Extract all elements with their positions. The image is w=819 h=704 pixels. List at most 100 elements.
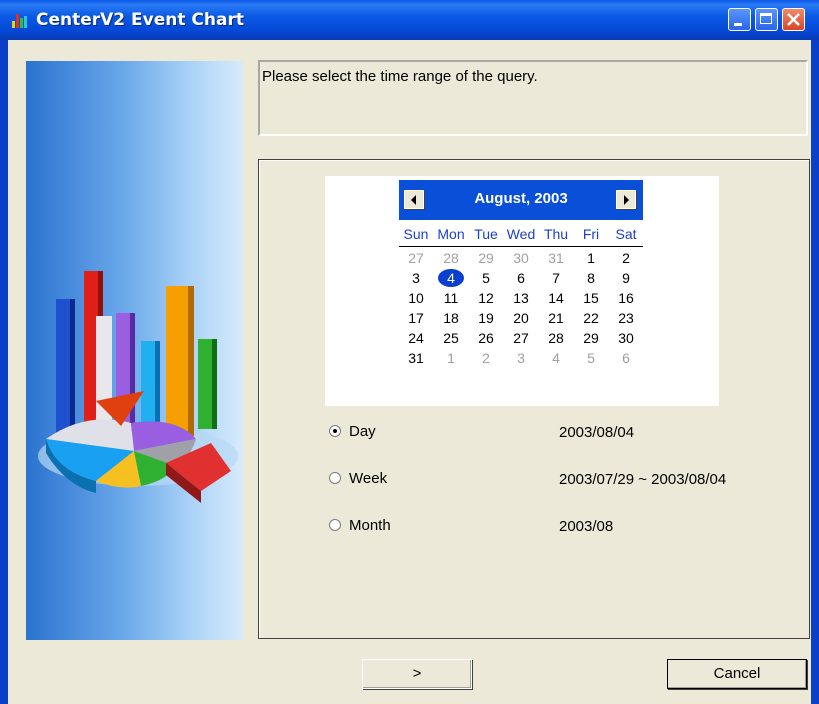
next-button[interactable]: > (362, 659, 472, 689)
calendar-day-number: 29 (478, 250, 494, 266)
instruction-text: Please select the time range of the quer… (262, 68, 538, 85)
calendar-day[interactable]: 3 (504, 348, 538, 368)
calendar-day-number: 31 (548, 250, 564, 266)
chart-illustration (26, 61, 243, 640)
calendar-day-number: 17 (408, 310, 424, 326)
calendar-day[interactable]: 4 (539, 348, 573, 368)
calendar-day-number: 14 (548, 290, 564, 306)
calendar-day-number: 9 (622, 270, 630, 286)
calendar-day-number: 29 (583, 330, 599, 346)
title-bar[interactable]: CenterV2 Event Chart (0, 0, 819, 40)
calendar-day-number: 30 (618, 330, 634, 346)
calendar-day[interactable]: 25 (434, 328, 468, 348)
calendar-day[interactable]: 8 (574, 268, 608, 288)
calendar-day[interactable]: 22 (574, 308, 608, 328)
calendar-day[interactable]: 30 (609, 328, 643, 348)
weekday-label: Mon (437, 226, 465, 242)
calendar-day[interactable]: 29 (574, 328, 608, 348)
calendar-day[interactable]: 19 (469, 308, 503, 328)
calendar-day[interactable]: 27 (504, 328, 538, 348)
calendar-day[interactable]: 4 (434, 268, 468, 288)
calendar-header: August, 2003 (399, 180, 643, 220)
calendar-day[interactable]: 14 (539, 288, 573, 308)
calendar-day[interactable]: 28 (539, 328, 573, 348)
calendar-day-number: 3 (517, 350, 525, 366)
calendar-day[interactable]: 3 (399, 268, 433, 288)
calendar-day[interactable]: 31 (399, 348, 433, 368)
calendar-day-number: 21 (548, 310, 564, 326)
weekday-label: Wed (506, 226, 536, 242)
triangle-right-icon (624, 195, 629, 205)
month-label: Month (349, 517, 391, 534)
calendar-day[interactable]: 24 (399, 328, 433, 348)
calendar-day-number: 30 (513, 250, 529, 266)
calendar-day-number: 4 (447, 270, 455, 286)
calendar-day[interactable]: 11 (434, 288, 468, 308)
weekday-header: Sun Mon Tue Wed Thu Fri Sat (399, 226, 643, 247)
calendar-day[interactable]: 2 (469, 348, 503, 368)
calendar-day-number: 28 (548, 330, 564, 346)
month-radio[interactable] (329, 519, 341, 531)
calendar-day[interactable]: 27 (399, 248, 433, 268)
calendar-day-number: 7 (552, 270, 560, 286)
weekday-label: Tue (474, 226, 498, 242)
calendar-day[interactable]: 13 (504, 288, 538, 308)
day-radio[interactable] (329, 425, 341, 437)
calendar-day[interactable]: 26 (469, 328, 503, 348)
calendar-day[interactable]: 7 (539, 268, 573, 288)
chart-graphic-icon (38, 271, 238, 503)
calendar-day[interactable]: 21 (539, 308, 573, 328)
calendar-day-number: 27 (513, 330, 529, 346)
calendar-day[interactable]: 16 (609, 288, 643, 308)
calendar-day-number: 6 (622, 350, 630, 366)
calendar-day-number: 5 (482, 270, 490, 286)
calendar-day[interactable]: 1 (434, 348, 468, 368)
calendar-day[interactable]: 20 (504, 308, 538, 328)
calendar-day[interactable]: 23 (609, 308, 643, 328)
next-month-button[interactable] (616, 190, 636, 209)
week-label: Week (349, 470, 388, 487)
week-radio[interactable] (329, 472, 341, 484)
calendar-day-number: 26 (478, 330, 494, 346)
month-range-value: 2003/08 (559, 518, 614, 535)
day-label: Day (349, 423, 376, 440)
calendar-day-number: 10 (408, 290, 424, 306)
cancel-button[interactable]: Cancel (667, 659, 807, 689)
calendar-month-label: August, 2003 (474, 190, 568, 207)
weekday-label: Sat (615, 226, 637, 242)
calendar-day[interactable]: 10 (399, 288, 433, 308)
minimize-button[interactable] (728, 8, 751, 31)
app-window: CenterV2 Event Chart Please select the t… (0, 0, 819, 704)
calendar-day[interactable]: 9 (609, 268, 643, 288)
calendar-day-number: 31 (408, 350, 424, 366)
calendar-day[interactable]: 2 (609, 248, 643, 268)
calendar-day[interactable]: 1 (574, 248, 608, 268)
calendar-day-number: 27 (408, 250, 424, 266)
window-title: CenterV2 Event Chart (36, 10, 244, 30)
calendar-day[interactable]: 6 (609, 348, 643, 368)
previous-month-button[interactable] (404, 190, 424, 209)
calendar-day[interactable]: 28 (434, 248, 468, 268)
calendar-day-number: 20 (513, 310, 529, 326)
calendar-day[interactable]: 17 (399, 308, 433, 328)
calendar-day[interactable]: 31 (539, 248, 573, 268)
calendar-day[interactable]: 30 (504, 248, 538, 268)
calendar-day-number: 18 (443, 310, 459, 326)
calendar-day[interactable]: 6 (504, 268, 538, 288)
calendar-day-number: 3 (412, 270, 420, 286)
maximize-button[interactable] (755, 8, 778, 31)
calendar-day[interactable]: 29 (469, 248, 503, 268)
calendar-day[interactable]: 15 (574, 288, 608, 308)
close-button[interactable] (782, 8, 805, 31)
calendar-day-number: 2 (482, 350, 490, 366)
calendar-day-number: 15 (583, 290, 599, 306)
weekday-label: Sun (403, 226, 429, 242)
dialog-body: Please select the time range of the quer… (8, 40, 811, 704)
calendar-day[interactable]: 18 (434, 308, 468, 328)
calendar-day[interactable]: 12 (469, 288, 503, 308)
calendar-day-number: 6 (517, 270, 525, 286)
calendar-day[interactable]: 5 (574, 348, 608, 368)
calendar-day-number: 25 (443, 330, 459, 346)
calendar-day[interactable]: 5 (469, 268, 503, 288)
week-range-value: 2003/07/29 ~ 2003/08/04 (559, 471, 727, 488)
